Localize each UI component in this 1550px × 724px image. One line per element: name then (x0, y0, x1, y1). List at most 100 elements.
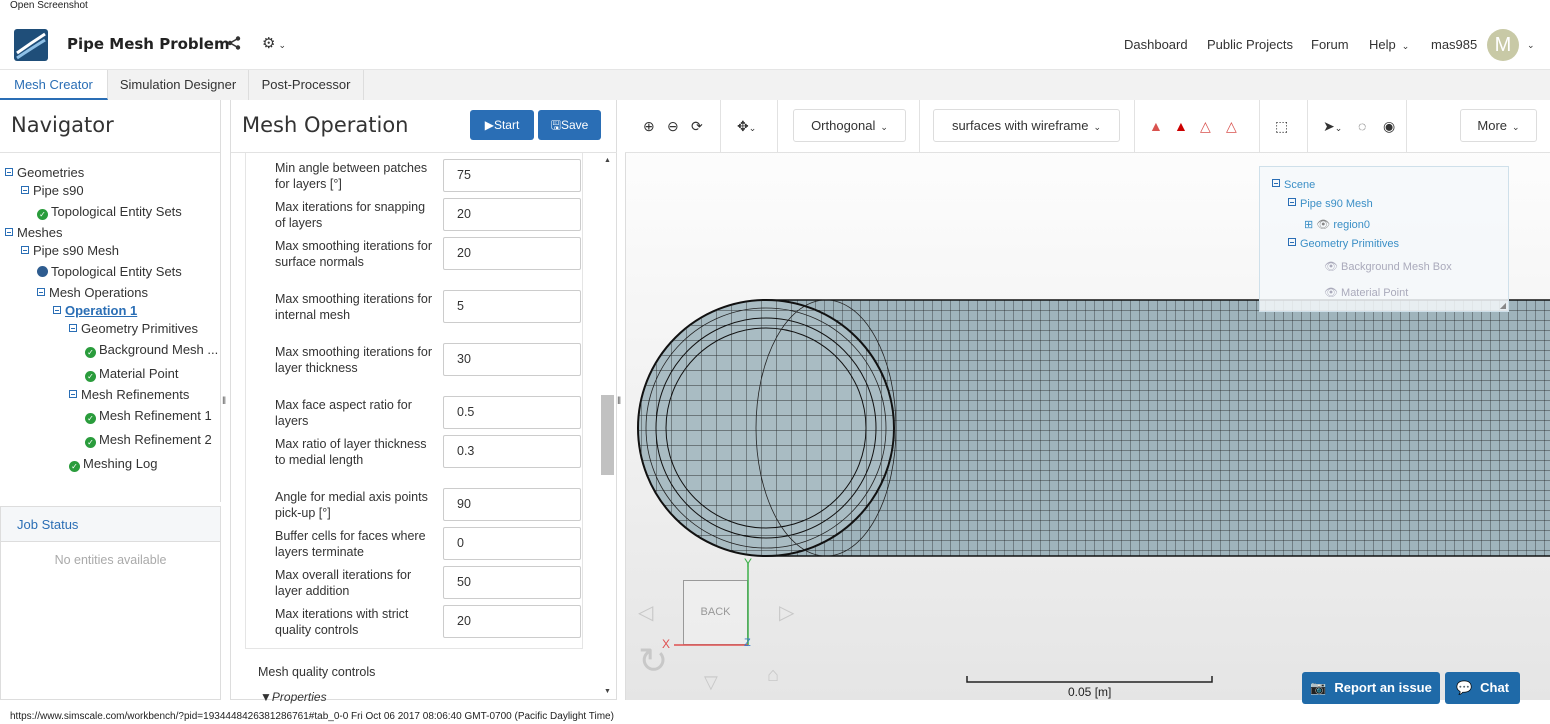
orbit-arrow-icon[interactable]: ↻ (638, 640, 668, 682)
scene-material-point[interactable]: 👁 Material Point (1324, 286, 1408, 299)
cursor-select-icon[interactable]: ➤⌄ (1323, 118, 1342, 135)
settings-gear-icon[interactable]: ⚙ ⌄ (262, 34, 286, 52)
section-plane-points-icon[interactable]: △ (1226, 118, 1237, 135)
field-label: Max smoothing iterations for surface nor… (275, 239, 433, 269)
collapse-icon[interactable] (53, 306, 61, 314)
chevron-down-icon[interactable]: ⌄ (1527, 40, 1535, 51)
tree-geometry-pipe[interactable]: Pipe s90 (21, 183, 84, 198)
scene-region[interactable]: ⊞ 👁 region0 (1304, 218, 1370, 231)
mesh-quality-controls-heading[interactable]: Mesh quality controls (258, 665, 375, 679)
tree-geometries[interactable]: Geometries (5, 165, 84, 180)
report-issue-button[interactable]: 📷 Report an issue (1302, 672, 1440, 704)
tab-bar-filler (364, 70, 1550, 100)
rotate-left-arrow-icon[interactable]: ◁ (638, 600, 653, 625)
nav-help[interactable]: Help ⌄ (1369, 37, 1409, 52)
collapse-icon[interactable] (1288, 238, 1296, 246)
eye-icon[interactable]: 👁 (1324, 287, 1338, 299)
nav-public-projects[interactable]: Public Projects (1207, 37, 1293, 52)
eye-icon[interactable]: 👁 (1324, 261, 1338, 273)
zoom-out-icon[interactable]: ⊖ (667, 118, 679, 135)
section-plane-icon[interactable]: ▲ (1149, 118, 1163, 134)
collapse-icon[interactable] (21, 186, 29, 194)
start-button[interactable]: ▶Start (470, 110, 534, 140)
tree-label: Topological Entity Sets (51, 204, 182, 219)
tab-simulation-designer[interactable]: Simulation Designer (108, 70, 249, 100)
field-label: Max smoothing iterations for layer thick… (275, 345, 433, 375)
tree-mesh-operations[interactable]: Mesh Operations (37, 285, 148, 300)
mesh-operation-scrollbar[interactable]: ▲ ▼ (600, 155, 616, 700)
resize-grip-icon[interactable]: ◢ (1500, 301, 1506, 310)
pan-move-icon[interactable]: ✥⌄ (737, 118, 756, 135)
buffer-cells-input[interactable]: 0 (443, 527, 581, 560)
scene-mesh[interactable]: Pipe s90 Mesh (1288, 198, 1373, 210)
min-angle-input[interactable]: 75 (443, 159, 581, 192)
max-strict-iterations-input[interactable]: 20 (443, 605, 581, 638)
show-eye-icon[interactable]: ◉ (1383, 118, 1395, 135)
scroll-down-arrow[interactable]: ▼ (604, 688, 611, 695)
more-dropdown[interactable]: More ⌄ (1460, 109, 1537, 142)
tree-mesh-entity-sets[interactable]: Topological Entity Sets (37, 264, 182, 279)
properties-toggle[interactable]: ▼Properties (260, 690, 327, 704)
nav-forum[interactable]: Forum (1311, 37, 1349, 52)
scene-bg-box[interactable]: 👁 Background Mesh Box (1324, 260, 1452, 273)
resize-handle[interactable]: ǁ (222, 396, 226, 407)
max-snap-iterations-input[interactable]: 20 (443, 198, 581, 231)
max-smoothing-internal-input[interactable]: 5 (443, 290, 581, 323)
scene-root[interactable]: Scene (1272, 179, 1315, 191)
max-thickness-ratio-input[interactable]: 0.3 (443, 435, 581, 468)
scene-primitives[interactable]: Geometry Primitives (1288, 238, 1399, 250)
refresh-icon[interactable]: ⟳ (691, 118, 703, 135)
check-circle-icon: ✓ (85, 437, 96, 448)
field-label: Max face aspect ratio for layers (275, 398, 412, 428)
scroll-thumb[interactable] (601, 395, 614, 475)
simscale-logo[interactable] (14, 29, 48, 61)
collapse-icon[interactable] (37, 288, 45, 296)
max-layer-iterations-input[interactable]: 50 (443, 566, 581, 599)
tree-mesh-refinement-1[interactable]: ✓ Mesh Refinement 1 (85, 408, 212, 424)
section-plane-outline-icon[interactable]: △ (1200, 118, 1211, 135)
tree-meshes[interactable]: Meshes (5, 225, 63, 240)
chat-button[interactable]: 💬 Chat (1445, 672, 1520, 704)
tree-meshing-log[interactable]: ✓ Meshing Log (69, 456, 157, 472)
share-icon[interactable] (227, 36, 241, 54)
max-smoothing-normals-input[interactable]: 20 (443, 237, 581, 270)
tree-mesh-pipe[interactable]: Pipe s90 Mesh (21, 243, 119, 258)
tab-post-processor[interactable]: Post-Processor (249, 70, 364, 100)
home-view-icon[interactable]: ⌂ (767, 664, 779, 687)
collapse-icon[interactable] (21, 246, 29, 254)
nav-dashboard[interactable]: Dashboard (1124, 37, 1188, 52)
tree-mesh-refinement-2[interactable]: ✓ Mesh Refinement 2 (85, 432, 212, 448)
render-mode-dropdown[interactable]: surfaces with wireframe ⌄ (933, 109, 1120, 142)
collapse-icon[interactable] (69, 324, 77, 332)
resize-handle[interactable]: ǁ (617, 396, 621, 407)
tree-geometry-primitives[interactable]: Geometry Primitives (69, 321, 198, 336)
collapse-icon[interactable] (1272, 179, 1280, 187)
tree-mesh-refinements[interactable]: Mesh Refinements (69, 387, 189, 402)
app-header: Pipe Mesh Problem ⚙ ⌄ Dashboard Public Pr… (0, 18, 1550, 70)
zoom-in-icon[interactable]: ⊕ (643, 118, 655, 135)
hide-eye-icon[interactable]: ◌ (1358, 118, 1366, 134)
eye-icon[interactable]: 👁 (1316, 219, 1330, 231)
medial-axis-angle-input[interactable]: 90 (443, 488, 581, 521)
save-button[interactable]: 🖫Save (538, 110, 601, 140)
tree-background-mesh[interactable]: ✓ Background Mesh ... (85, 342, 218, 358)
max-face-aspect-input[interactable]: 0.5 (443, 396, 581, 429)
rotate-right-arrow-icon[interactable]: ▷ (779, 600, 794, 625)
max-smoothing-thickness-input[interactable]: 30 (443, 343, 581, 376)
nav-username[interactable]: mas985 (1431, 37, 1477, 52)
projection-dropdown[interactable]: Orthogonal ⌄ (793, 109, 906, 142)
tree-material-point[interactable]: ✓ Material Point (85, 366, 178, 382)
scroll-up-arrow[interactable]: ▲ (604, 157, 611, 164)
collapse-icon[interactable] (5, 168, 13, 176)
collapse-icon[interactable] (5, 228, 13, 236)
avatar[interactable]: M (1487, 29, 1519, 61)
tree-geometry-entity-sets[interactable]: ✓ Topological Entity Sets (37, 204, 182, 220)
collapse-icon[interactable] (1288, 198, 1296, 206)
tree-operation-1[interactable]: Operation 1 (53, 303, 137, 318)
expand-icon[interactable]: ⊞ (1304, 219, 1313, 231)
tab-mesh-creator[interactable]: Mesh Creator (0, 70, 108, 100)
collapse-icon[interactable] (69, 390, 77, 398)
box-select-icon[interactable]: ⬚ (1275, 118, 1288, 135)
rotate-down-arrow-icon[interactable]: ▽ (704, 672, 718, 693)
section-plane-filled-icon[interactable]: ▲ (1174, 118, 1188, 134)
